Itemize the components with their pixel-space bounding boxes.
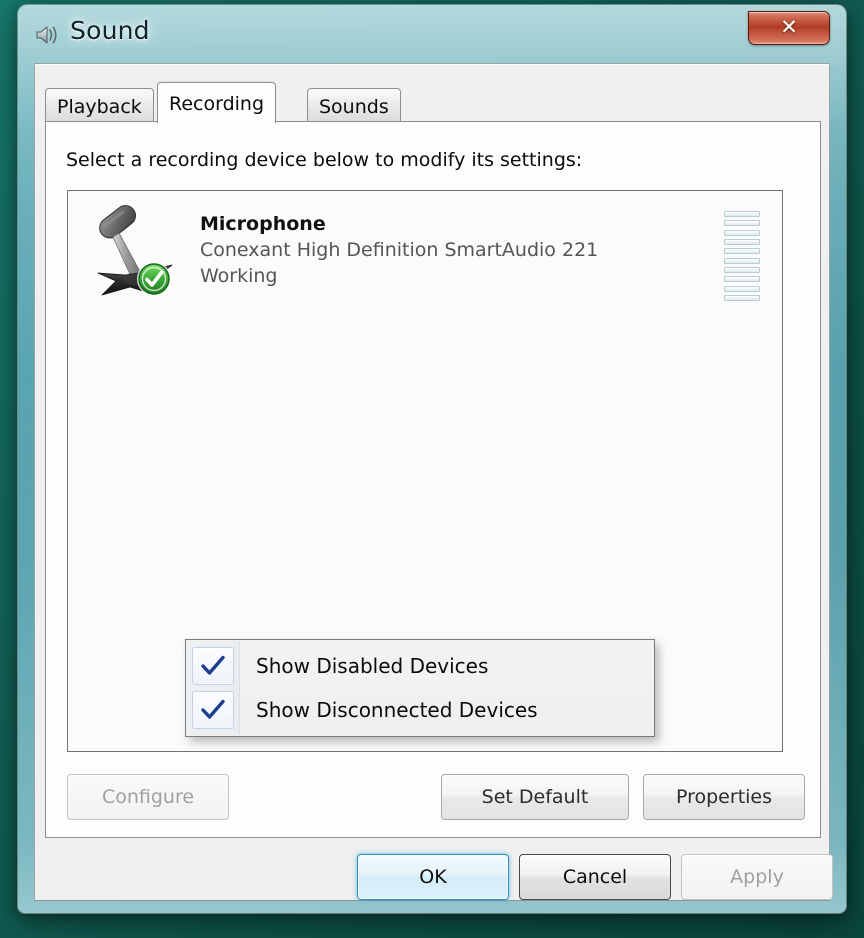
level-segment (724, 294, 760, 301)
level-segment (724, 276, 760, 283)
instruction-text: Select a recording device below to modif… (66, 149, 583, 171)
cancel-button[interactable]: Cancel (519, 854, 671, 900)
device-description: Conexant High Definition SmartAudio 221 (200, 239, 599, 261)
checkmark-icon (192, 691, 234, 729)
tab-playback-label: Playback (57, 96, 142, 118)
properties-button-label: Properties (675, 786, 773, 808)
menu-item-label: Show Disabled Devices (256, 654, 489, 678)
tab-recording[interactable]: Recording (157, 82, 277, 123)
level-segment (724, 238, 760, 245)
microphone-icon (86, 203, 190, 299)
level-segment (724, 211, 760, 217)
device-name: Microphone (200, 213, 326, 235)
menu-item-show-disconnected-devices[interactable]: Show Disconnected Devices (186, 688, 654, 732)
ok-button-label: OK (419, 866, 447, 888)
speaker-icon (34, 22, 60, 48)
tab-strip: Playback Sounds Recording (45, 82, 821, 123)
list-item[interactable]: Microphone Conexant High Definition Smar… (68, 191, 782, 309)
green-check-badge (137, 262, 171, 296)
set-default-button-label: Set Default (481, 786, 589, 808)
menu-item-show-disabled-devices[interactable]: Show Disabled Devices (186, 644, 654, 688)
cancel-button-label: Cancel (562, 866, 628, 888)
tab-recording-label: Recording (169, 93, 265, 115)
ok-button[interactable]: OK (357, 854, 509, 900)
level-meter (724, 211, 760, 301)
apply-button-label: Apply (730, 866, 784, 888)
context-menu[interactable]: Show Disabled Devices Show Disconnected … (185, 639, 655, 737)
recording-tab-panel: Select a recording device below to modif… (45, 121, 821, 838)
dialog-client-area: Playback Sounds Recording Select a recor… (34, 63, 833, 901)
menu-item-label: Show Disconnected Devices (256, 698, 538, 722)
level-segment (724, 220, 760, 227)
device-list[interactable]: Microphone Conexant High Definition Smar… (67, 190, 783, 752)
configure-button[interactable]: Configure (67, 774, 229, 820)
checkmark-icon (192, 647, 234, 685)
tab-sounds[interactable]: Sounds (307, 88, 401, 122)
close-icon: ✕ (780, 15, 798, 40)
window-title: Sound (70, 16, 150, 45)
apply-button[interactable]: Apply (681, 854, 833, 900)
properties-button[interactable]: Properties (643, 774, 805, 820)
tab-playback[interactable]: Playback (45, 88, 154, 122)
configure-button-label: Configure (101, 786, 195, 808)
level-segment (724, 248, 760, 255)
level-segment (724, 229, 760, 236)
set-default-button[interactable]: Set Default (441, 774, 629, 820)
level-segment (724, 266, 760, 273)
level-segment (724, 257, 760, 264)
device-status: Working (200, 265, 278, 287)
tab-sounds-label: Sounds (319, 96, 389, 118)
level-segment (724, 285, 760, 292)
title-bar[interactable]: Sound ✕ (18, 5, 846, 67)
sound-dialog-window: Sound ✕ Playback Sounds Recording Select… (18, 5, 846, 913)
close-button[interactable]: ✕ (748, 11, 830, 45)
